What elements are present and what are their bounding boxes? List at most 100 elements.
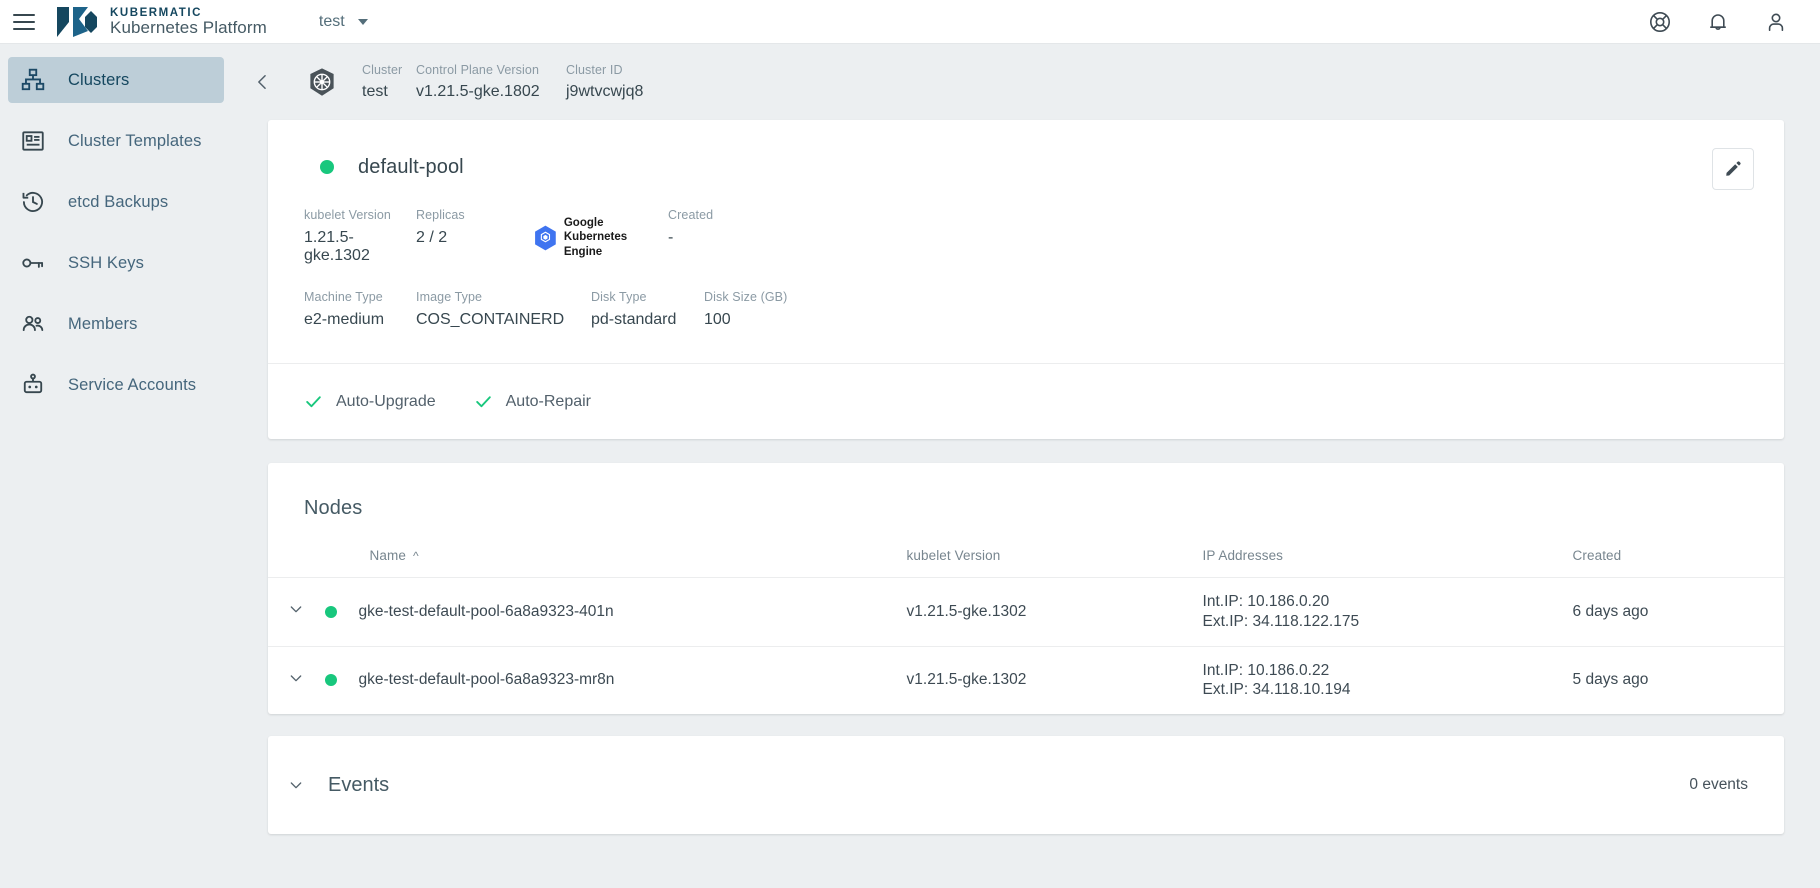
- external-ip: Ext.IP: 34.118.122.175: [1203, 612, 1573, 632]
- internal-ip: Int.IP: 10.186.0.20: [1203, 592, 1573, 612]
- cluster-id-field: Cluster ID j9wtvcwjq8: [566, 63, 643, 101]
- main-content: Cluster test Control Plane Version v1.21…: [232, 44, 1820, 888]
- node-name: gke-test-default-pool-6a8a9323-401n: [359, 603, 614, 621]
- prop-label: Disk Size (GB): [704, 290, 787, 304]
- node-pool-card: default-pool kubelet Version 1.21.5-gke.…: [268, 120, 1784, 439]
- sidebar-item-label: Service Accounts: [68, 376, 196, 395]
- table-row[interactable]: gke-test-default-pool-6a8a9323-mr8n v1.2…: [268, 646, 1784, 714]
- people-icon: [20, 311, 46, 337]
- prop-label: Created: [668, 208, 713, 222]
- sidebar-item-clusters[interactable]: Clusters: [8, 57, 224, 103]
- sidebar-item-label: SSH Keys: [68, 254, 144, 273]
- node-pool-properties-row-1: kubelet Version 1.21.5-gke.1302 Replicas…: [268, 208, 1784, 265]
- edit-node-pool-button[interactable]: [1712, 148, 1754, 190]
- events-count: 0 events: [1689, 776, 1748, 794]
- node-created: 6 days ago: [1573, 578, 1784, 647]
- prop-value: COS_CONTAINERD: [416, 311, 591, 329]
- expand-row-cell[interactable]: [268, 578, 315, 647]
- events-section-title: Events: [328, 774, 389, 797]
- node-pool-flags: Auto-Upgrade Auto-Repair: [268, 364, 1784, 439]
- control-plane-version-field: Control Plane Version v1.21.5-gke.1802: [416, 63, 566, 101]
- node-ip-addresses: Int.IP: 10.186.0.20 Ext.IP: 34.118.122.1…: [1203, 578, 1573, 647]
- column-header-label: IP Addresses: [1203, 548, 1284, 563]
- disk-type-prop: Disk Type pd-standard: [591, 290, 704, 329]
- table-header-row: Name^ kubelet Version IP Addresses Creat…: [268, 548, 1784, 578]
- column-header-label: kubelet Version: [907, 548, 1001, 563]
- cloud-provider-prop: Google Kubernetes Engine: [534, 208, 668, 259]
- check-icon: [304, 392, 323, 411]
- back-button[interactable]: [246, 65, 280, 99]
- bell-icon[interactable]: [1706, 10, 1730, 34]
- chevron-down-icon: [358, 19, 368, 25]
- nodes-card: Nodes Name^ kubelet Version IP Addresses…: [268, 463, 1784, 714]
- prop-label: Image Type: [416, 290, 591, 304]
- status-badge: [325, 674, 337, 686]
- field-value: v1.21.5-gke.1802: [416, 83, 566, 101]
- cluster-topology-icon: [20, 67, 46, 93]
- sidebar-item-etcd-backups[interactable]: etcd Backups: [8, 179, 224, 225]
- prop-value: -: [668, 229, 713, 247]
- flag-label: Auto-Upgrade: [336, 393, 436, 411]
- status-badge: [325, 606, 337, 618]
- key-icon: [20, 250, 46, 276]
- project-selector[interactable]: test: [319, 13, 368, 31]
- column-header-name[interactable]: Name^: [315, 548, 907, 578]
- sidebar-item-cluster-templates[interactable]: Cluster Templates: [8, 118, 224, 164]
- chevron-left-icon: [253, 72, 273, 92]
- column-header-label: Created: [1573, 548, 1622, 563]
- expand-row-cell[interactable]: [268, 646, 315, 714]
- node-name-cell: gke-test-default-pool-6a8a9323-401n: [315, 578, 907, 647]
- pencil-edit-icon: [1724, 160, 1742, 178]
- table-row[interactable]: gke-test-default-pool-6a8a9323-401n v1.2…: [268, 578, 1784, 647]
- node-kubelet-version: v1.21.5-gke.1302: [907, 646, 1203, 714]
- template-list-icon: [20, 128, 46, 154]
- cluster-header-fields: Cluster test Control Plane Version v1.21…: [362, 63, 643, 101]
- column-header-ip-addresses[interactable]: IP Addresses: [1203, 548, 1573, 578]
- node-name: gke-test-default-pool-6a8a9323-mr8n: [359, 671, 615, 689]
- created-prop: Created -: [668, 208, 713, 247]
- gke-logo-line2: Kubernetes Engine: [564, 230, 668, 259]
- kubelet-version-prop: kubelet Version 1.21.5-gke.1302: [304, 208, 416, 265]
- sidebar-nav: Clusters Cluster Templates etcd Backups …: [0, 44, 232, 888]
- sidebar-item-members[interactable]: Members: [8, 301, 224, 347]
- column-header-expand: [268, 548, 315, 578]
- kubermatic-logo-icon: [55, 5, 99, 39]
- gke-hexagon-icon: [534, 225, 557, 251]
- brand-name-secondary: Kubernetes Platform: [110, 19, 267, 37]
- hamburger-menu-icon[interactable]: [13, 14, 35, 30]
- prop-label: Disk Type: [591, 290, 704, 304]
- sidebar-item-label: Members: [68, 315, 137, 334]
- prop-label: kubelet Version: [304, 208, 416, 222]
- column-header-kubelet-version[interactable]: kubelet Version: [907, 548, 1203, 578]
- chevron-down-icon[interactable]: [288, 670, 304, 686]
- prop-label: Machine Type: [304, 290, 416, 304]
- prop-value: 1.21.5-gke.1302: [304, 229, 416, 265]
- disk-size-prop: Disk Size (GB) 100: [704, 290, 787, 329]
- external-ip: Ext.IP: 34.118.10.194: [1203, 680, 1573, 700]
- user-account-icon[interactable]: [1764, 10, 1788, 34]
- sidebar-item-label: etcd Backups: [68, 193, 168, 212]
- prop-label: Replicas: [416, 208, 534, 222]
- nodes-table: Name^ kubelet Version IP Addresses Creat…: [268, 548, 1784, 714]
- sidebar-item-service-accounts[interactable]: Service Accounts: [8, 362, 224, 408]
- prop-value: 100: [704, 311, 787, 329]
- field-label: Cluster ID: [566, 63, 643, 77]
- prop-value: 2 / 2: [416, 229, 534, 247]
- brand-logo[interactable]: KUBERMATIC Kubernetes Platform: [55, 5, 267, 39]
- sidebar-item-ssh-keys[interactable]: SSH Keys: [8, 240, 224, 286]
- replicas-prop: Replicas 2 / 2: [416, 208, 534, 247]
- internal-ip: Int.IP: 10.186.0.22: [1203, 661, 1573, 681]
- prop-value: pd-standard: [591, 311, 704, 329]
- sidebar-item-label: Clusters: [68, 71, 129, 90]
- node-created: 5 days ago: [1573, 646, 1784, 714]
- cluster-header: Cluster test Control Plane Version v1.21…: [232, 44, 1820, 120]
- column-header-created[interactable]: Created: [1573, 548, 1784, 578]
- flag-label: Auto-Repair: [506, 393, 591, 411]
- chevron-down-icon[interactable]: [288, 777, 304, 793]
- prop-value: e2-medium: [304, 311, 416, 329]
- events-card[interactable]: Events 0 events: [268, 736, 1784, 834]
- chevron-down-icon[interactable]: [288, 601, 304, 617]
- gke-logo-line1: Google: [564, 216, 668, 230]
- lifebuoy-help-icon[interactable]: [1648, 10, 1672, 34]
- google-kubernetes-engine-logo: Google Kubernetes Engine: [534, 216, 668, 259]
